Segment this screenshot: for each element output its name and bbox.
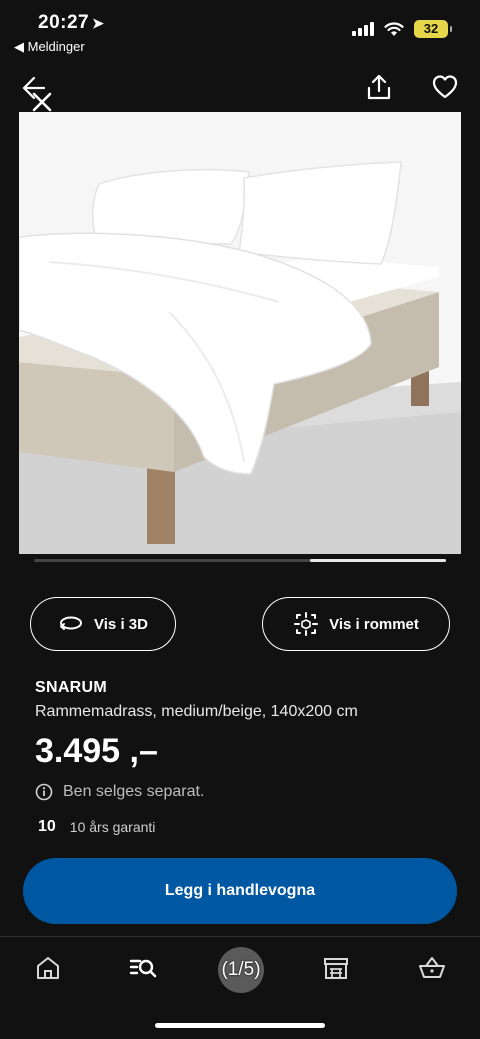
image-counter-text: (1/5)	[221, 959, 261, 980]
search-icon[interactable]	[128, 953, 158, 983]
status-indicators: 32	[352, 20, 452, 38]
warranty-text: 10 års garanti	[69, 819, 156, 835]
gallery-progress-fill	[310, 559, 446, 562]
bed-illustration	[19, 112, 461, 554]
top-navigation	[0, 68, 480, 112]
product-brand: SNARUM	[35, 679, 108, 696]
gallery-progress	[34, 559, 446, 562]
wifi-icon	[384, 21, 404, 36]
warranty-years-badge: 10	[38, 818, 56, 835]
legs-note: Ben selges separat.	[35, 783, 204, 801]
store-icon[interactable]	[321, 953, 351, 983]
heart-icon[interactable]	[430, 72, 460, 102]
add-to-cart-button[interactable]: Legg i handlevogna	[23, 858, 457, 924]
info-icon	[35, 783, 53, 801]
ar-room-icon	[294, 612, 319, 636]
product-price: 3.495 ,–	[35, 732, 158, 770]
home-indicator[interactable]	[155, 1023, 325, 1028]
time-text: 20:27	[38, 12, 90, 33]
cellular-signal-icon	[352, 22, 374, 36]
basket-icon[interactable]	[417, 953, 447, 983]
warranty-row: 10 10 års garanti	[38, 818, 155, 836]
location-arrow-icon: ➤	[92, 15, 105, 31]
status-bar: 20:27 ➤ ◀ Meldinger 32	[0, 0, 480, 60]
view-in-room-button[interactable]: Vis i rommet	[262, 597, 450, 651]
product-description: Rammemadrass, medium/beige, 140x200 cm	[35, 703, 358, 720]
product-image[interactable]	[19, 112, 461, 554]
legs-note-text: Ben selges separat.	[63, 783, 205, 800]
view-3d-button[interactable]: Vis i 3D	[30, 597, 176, 651]
image-counter: (1/5)	[218, 947, 264, 993]
battery-indicator: 32	[414, 20, 452, 38]
rotate-3d-icon	[60, 616, 83, 630]
back-to-app-link[interactable]: ◀ Meldinger	[14, 39, 85, 55]
view-3d-label: Vis i 3D	[94, 615, 148, 633]
view-in-room-label: Vis i rommet	[329, 615, 419, 633]
close-icon[interactable]	[20, 72, 56, 112]
add-to-cart-label: Legg i handlevogna	[164, 882, 316, 899]
home-icon[interactable]	[33, 953, 63, 983]
status-time: 20:27 ➤	[38, 12, 104, 34]
share-icon[interactable]	[364, 72, 394, 102]
